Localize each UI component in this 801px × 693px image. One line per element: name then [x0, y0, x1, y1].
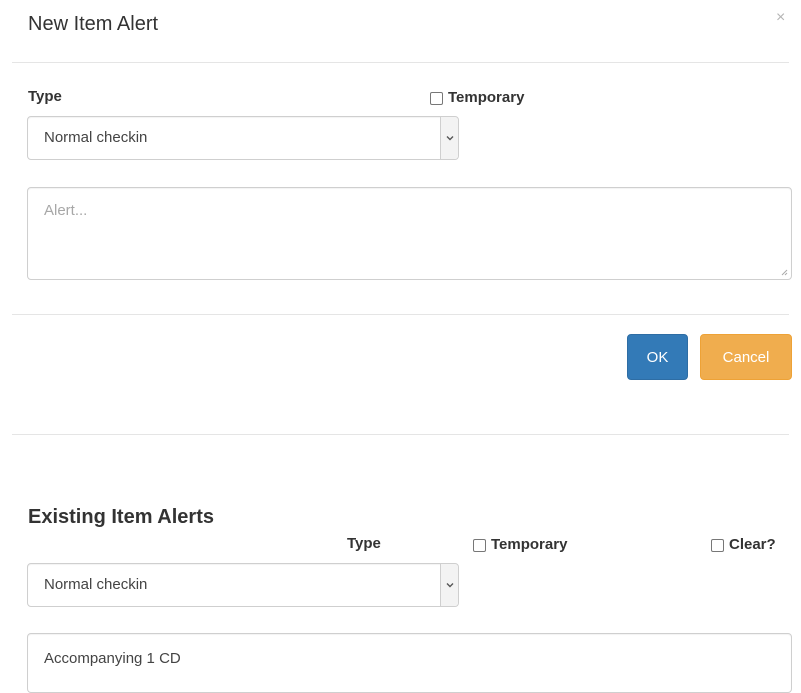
- type-select-value: Normal checkin: [44, 129, 148, 146]
- existing-alert-text: Accompanying 1 CD: [44, 650, 181, 667]
- resize-grip-icon[interactable]: [780, 268, 788, 276]
- clear-label: Clear?: [729, 536, 776, 553]
- alert-textarea[interactable]: Alert...: [27, 187, 792, 280]
- temporary-checkbox-label[interactable]: Temporary: [430, 89, 524, 107]
- existing-type-select[interactable]: Normal checkin: [27, 563, 459, 607]
- existing-alert-textarea[interactable]: Accompanying 1 CD: [27, 633, 792, 693]
- existing-temporary-label: Temporary: [491, 536, 568, 553]
- close-icon[interactable]: ×: [776, 8, 785, 28]
- alert-placeholder: Alert...: [44, 202, 88, 219]
- chevron-down-icon[interactable]: [440, 564, 458, 606]
- footer-divider: [12, 314, 789, 315]
- temporary-label: Temporary: [448, 89, 525, 106]
- existing-type-select-value: Normal checkin: [44, 576, 148, 593]
- existing-type-label: Type: [347, 535, 381, 552]
- existing-alerts-title: Existing Item Alerts: [28, 505, 214, 528]
- type-select[interactable]: Normal checkin: [27, 116, 459, 160]
- clear-checkbox-label[interactable]: Clear?: [711, 536, 776, 554]
- existing-temporary-checkbox-label[interactable]: Temporary: [473, 536, 567, 554]
- cancel-button[interactable]: Cancel: [700, 334, 792, 380]
- section-divider: [12, 434, 789, 435]
- modal-title: New Item Alert: [28, 13, 159, 35]
- existing-temporary-checkbox[interactable]: [473, 538, 486, 552]
- header-divider: [12, 62, 789, 63]
- temporary-checkbox[interactable]: [430, 91, 443, 105]
- chevron-down-icon[interactable]: [440, 117, 458, 159]
- type-label: Type: [28, 88, 62, 105]
- ok-button[interactable]: OK: [627, 334, 688, 380]
- clear-checkbox[interactable]: [711, 538, 724, 552]
